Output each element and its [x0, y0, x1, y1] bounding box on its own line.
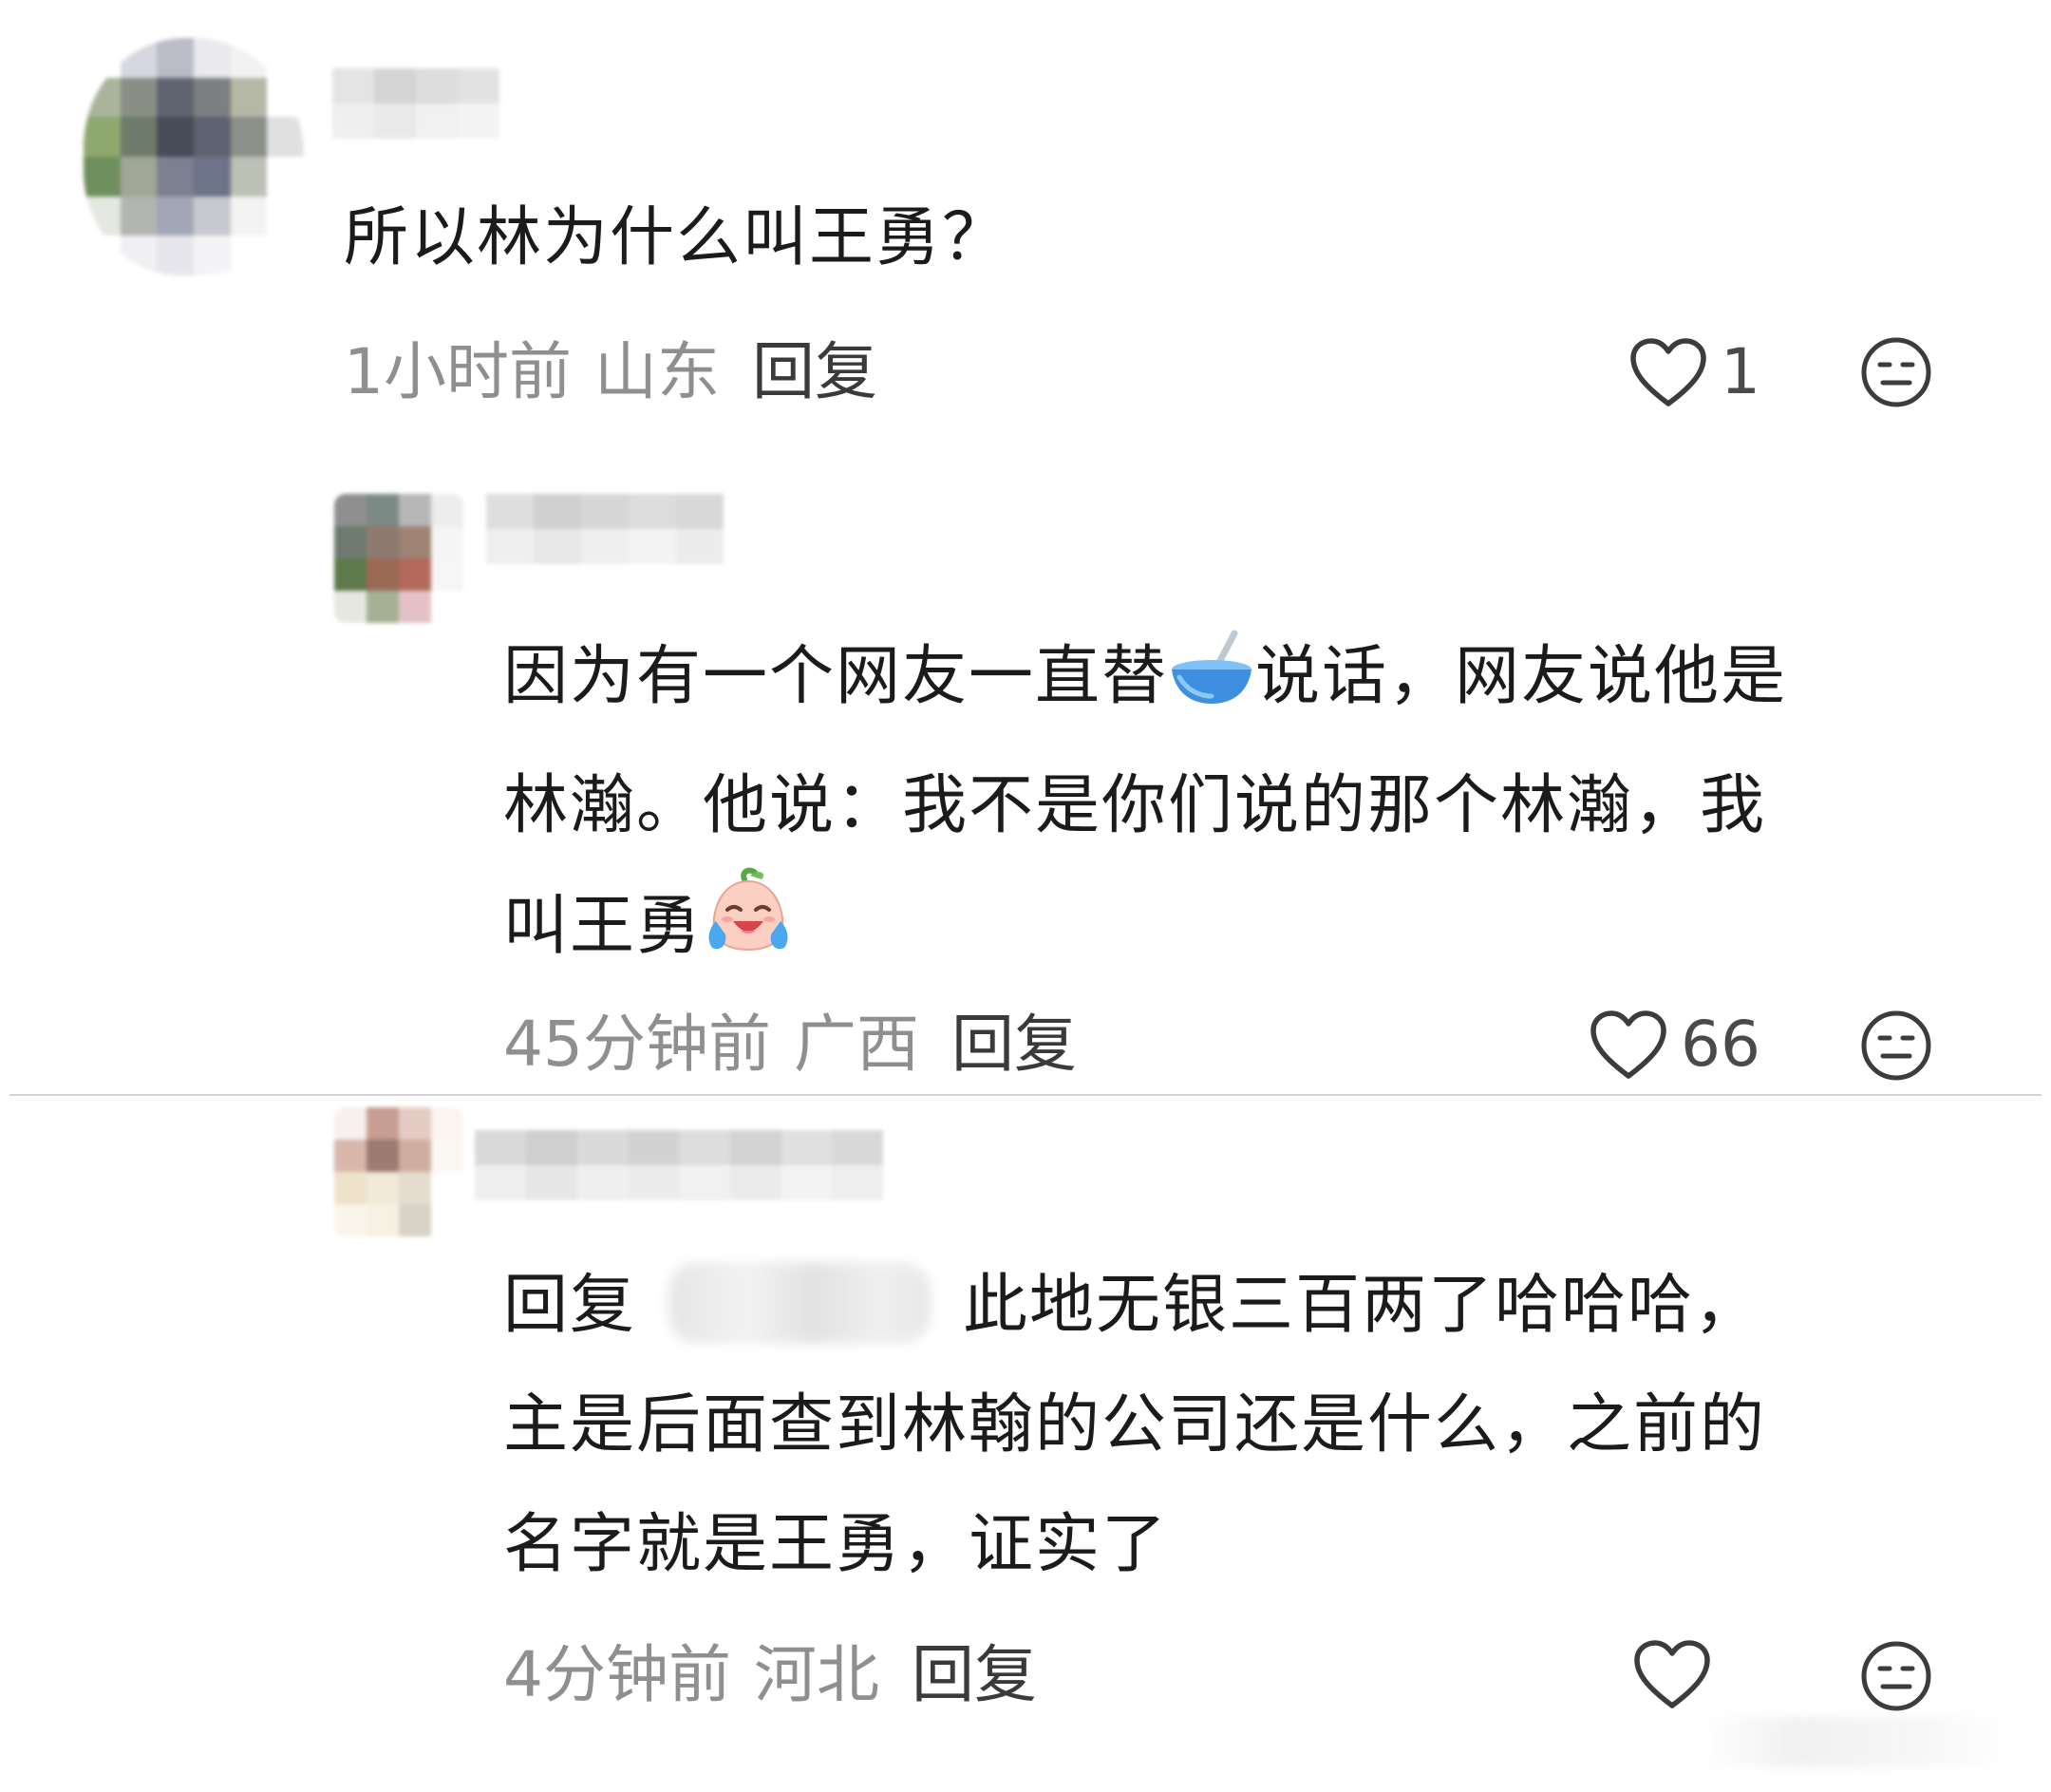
- comment-meta: 4分钟前 河北 回复: [503, 1637, 1037, 1713]
- neutral-face-icon[interactable]: [1859, 335, 1933, 409]
- neutral-face-icon[interactable]: [1859, 1639, 1933, 1713]
- avatar[interactable]: [334, 1107, 463, 1236]
- like-button[interactable]: 66: [1590, 1007, 1760, 1083]
- comment-location: 河北: [754, 1638, 879, 1711]
- comment-text: 因为有一个网友一直替 说话，网友说他是 林瀚。他说：我不是你们说的那个林瀚，我 …: [503, 617, 1787, 996]
- comment-time: 45分钟前: [503, 1008, 771, 1081]
- comment-text: 所以林为什么叫王勇？: [344, 200, 1009, 275]
- comment-meta: 1小时前 山东 回复: [344, 334, 877, 410]
- crying-laugh-emoji-icon: [703, 866, 794, 996]
- comment-time: 4分钟前: [503, 1638, 731, 1711]
- comment-location: 山东: [594, 335, 720, 408]
- heart-outline-icon: [1630, 338, 1706, 406]
- username-blurred[interactable]: [332, 68, 499, 139]
- heart-outline-icon: [1634, 1640, 1710, 1708]
- bowl-emoji-icon: [1168, 627, 1255, 746]
- comment-text: 回复 此地无银三百两了哈哈哈， 主是后面查到林翰的公司还是什么，之前的 名字就是王…: [503, 1246, 1766, 1605]
- like-count: 1: [1721, 335, 1760, 408]
- avatar[interactable]: [334, 494, 463, 623]
- reply-button[interactable]: 回复: [752, 335, 877, 408]
- mentioned-user-blurred[interactable]: [668, 1262, 931, 1344]
- username-blurred[interactable]: [475, 1130, 883, 1200]
- like-button[interactable]: [1633, 1639, 1724, 1709]
- like-count: 66: [1681, 1008, 1760, 1081]
- heart-outline-icon: [1590, 1010, 1666, 1079]
- like-button[interactable]: 1: [1629, 334, 1760, 410]
- comment-time: 1小时前: [344, 335, 572, 408]
- neutral-face-icon[interactable]: [1859, 1009, 1933, 1083]
- comment-location: 广西: [793, 1008, 919, 1081]
- reply-prefix: 回复: [503, 1268, 637, 1343]
- divider: [9, 1094, 2042, 1096]
- watermark: [1700, 1716, 2013, 1767]
- comment-meta: 45分钟前 广西 回复: [503, 1007, 1077, 1083]
- reply-button[interactable]: 回复: [951, 1008, 1077, 1081]
- username-blurred[interactable]: [486, 494, 724, 564]
- avatar[interactable]: [84, 38, 304, 275]
- reply-button[interactable]: 回复: [912, 1638, 1037, 1711]
